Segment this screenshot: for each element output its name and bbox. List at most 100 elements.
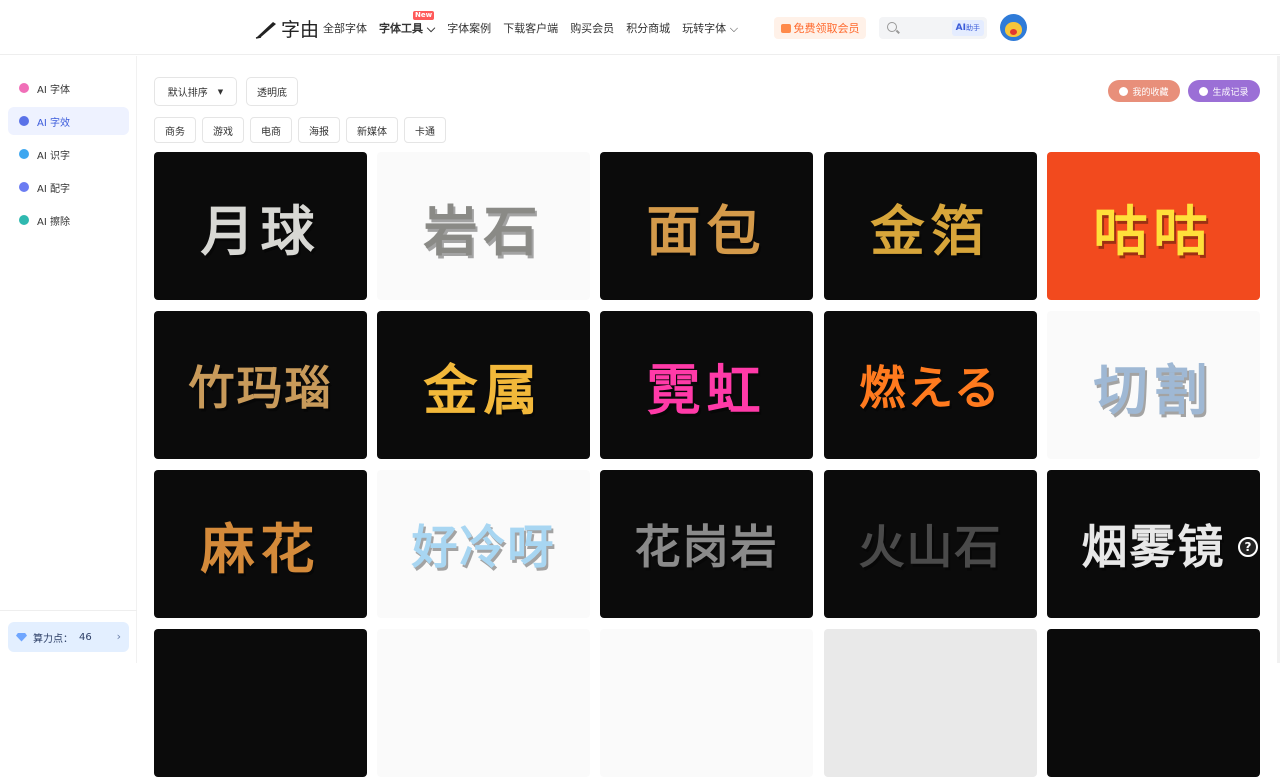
effect-card[interactable] <box>154 629 367 777</box>
points-value: 46 <box>79 631 92 643</box>
nav-all-fonts[interactable]: 全部字体 <box>323 20 367 36</box>
effect-card[interactable]: 霓虹 <box>600 311 813 459</box>
sidebar-item-label: AI 擦除 <box>37 216 70 228</box>
points-label: 算力点： <box>33 633 73 645</box>
tag-label: 游戏 <box>213 126 233 138</box>
ai-label: AI <box>955 23 966 33</box>
nav-play-fonts[interactable]: 玩转字体 ⌵ <box>682 20 738 36</box>
effect-card[interactable]: 烟雾镜 <box>1047 470 1260 618</box>
effect-card[interactable]: 金箔 <box>824 152 1037 300</box>
tag-new-media[interactable]: 新媒体 <box>346 117 398 143</box>
sidebar-item-ai-erase[interactable]: AI 擦除 <box>8 206 129 234</box>
tag-game[interactable]: 游戏 <box>202 117 244 143</box>
nav-label: 全部字体 <box>323 22 367 35</box>
effect-card-title: 花岗岩 <box>634 520 779 574</box>
effect-card[interactable]: 金属 <box>377 311 590 459</box>
nav-download-client[interactable]: 下载客户端 <box>503 20 558 36</box>
search-icon <box>887 22 897 32</box>
brand-logo[interactable]: 字由 <box>255 15 319 42</box>
effect-card-title: 月球 <box>200 199 321 263</box>
top-navbar: 字由 全部字体 字体工具 ⌵ New 字体案例 下载客户端 购买会员 积分商城 玩… <box>0 0 1280 55</box>
sidebar-item-label: AI 识字 <box>37 150 70 162</box>
transparent-label: 透明底 <box>257 88 287 99</box>
sort-dropdown[interactable]: 默认排序 ▼ <box>154 77 237 106</box>
nav-label: 购买会员 <box>570 22 615 35</box>
effect-card-title: 燃える <box>859 361 1002 415</box>
avatar[interactable] <box>1000 14 1027 41</box>
effect-card[interactable]: 切割 <box>1047 311 1260 459</box>
effect-card[interactable] <box>824 629 1037 777</box>
tag-label: 卡通 <box>415 126 435 138</box>
history-button[interactable]: 生成记录 <box>1188 80 1260 102</box>
tag-business[interactable]: 商务 <box>154 117 196 143</box>
sidebar-item-ai-effect[interactable]: AI 字效 <box>8 107 129 135</box>
brand-name: 字由 <box>281 19 320 41</box>
effect-card[interactable] <box>377 629 590 777</box>
effect-card-title: 竹玛瑙 <box>188 361 333 415</box>
gift-icon <box>780 23 791 33</box>
diamond-icon <box>19 83 29 93</box>
tag-cartoon[interactable]: 卡通 <box>404 117 446 143</box>
nav-label: 玩转字体 <box>682 22 727 35</box>
effect-card[interactable]: 咕咕 <box>1047 152 1260 300</box>
favorites-button[interactable]: 我的收藏 <box>1108 80 1180 102</box>
ai-sub-label: 助手 <box>966 24 980 32</box>
effect-card[interactable]: 竹玛瑙 <box>154 311 367 459</box>
tag-ecommerce[interactable]: 电商 <box>250 117 292 143</box>
effect-card[interactable]: 面包 <box>600 152 813 300</box>
help-label: ? <box>1244 540 1252 554</box>
chevron-down-icon: ⌵ <box>729 22 739 35</box>
transparent-bg-button[interactable]: 透明底 <box>246 77 298 106</box>
effect-card[interactable]: 好冷呀 <box>377 470 590 618</box>
chevron-right-icon: › <box>116 630 121 643</box>
effect-card[interactable]: 麻花 <box>154 470 367 618</box>
image-icon <box>19 182 29 192</box>
nav-font-tools[interactable]: 字体工具 ⌵ New <box>379 11 435 36</box>
effect-card-title: 麻花 <box>200 517 321 581</box>
effect-card[interactable]: 花岗岩 <box>600 470 813 618</box>
effect-card[interactable] <box>600 629 813 777</box>
main-nav: 全部字体 字体工具 ⌵ New 字体案例 下载客户端 购买会员 积分商城 玩转字体… <box>323 11 750 36</box>
free-vip-button[interactable]: 免费领取会员 <box>774 17 866 39</box>
tag-label: 商务 <box>165 126 185 138</box>
nav-points-mall[interactable]: 积分商城 <box>626 20 670 36</box>
effect-card[interactable]: 月球 <box>154 152 367 300</box>
nav-font-cases[interactable]: 字体案例 <box>447 20 491 36</box>
effect-card-title: 好冷呀 <box>411 520 556 574</box>
gem-icon <box>16 632 27 642</box>
sidebar-item-label: AI 字效 <box>37 117 70 129</box>
sidebar-item-ai-match[interactable]: AI 配字 <box>8 173 129 201</box>
effect-card-title: 烟雾镜 <box>1081 520 1226 574</box>
star-icon <box>19 116 29 126</box>
sidebar-item-ai-recognize[interactable]: AI 识字 <box>8 140 129 168</box>
ai-assistant-button[interactable]: AI助手 <box>951 20 984 36</box>
nav-label: 字体工具 <box>379 22 423 35</box>
tag-poster[interactable]: 海报 <box>298 117 340 143</box>
effect-card[interactable]: 火山石 <box>824 470 1037 618</box>
nav-buy-membership[interactable]: 购买会员 <box>570 20 614 36</box>
effect-card-title: 金箔 <box>870 199 991 263</box>
nav-label: 字体案例 <box>447 22 492 35</box>
avatar-beak <box>1010 29 1017 35</box>
scan-icon <box>19 149 29 159</box>
compute-points[interactable]: 算力点： 46 › <box>8 622 129 652</box>
effect-card-title: 火山石 <box>858 520 1003 574</box>
divider <box>0 610 137 611</box>
nav-label: 下载客户端 <box>503 22 559 35</box>
help-button[interactable]: ? <box>1238 537 1258 557</box>
search-box[interactable]: AI助手 <box>879 17 987 39</box>
sidebar-item-ai-font[interactable]: AI 字体 <box>8 74 129 102</box>
history-label: 生成记录 <box>1212 87 1249 98</box>
tag-label: 海报 <box>309 126 329 138</box>
effect-card[interactable]: 岩石 <box>377 152 590 300</box>
tag-label: 新媒体 <box>357 126 387 138</box>
effect-card[interactable]: 燃える <box>824 311 1037 459</box>
effect-card-title: 金属 <box>423 358 544 422</box>
sidebar-item-label: AI 字体 <box>37 84 70 96</box>
effect-card-title: 咕咕 <box>1093 199 1214 263</box>
nav-label: 积分商城 <box>626 22 671 35</box>
pen-icon <box>255 21 276 39</box>
effect-card-title: 面包 <box>646 199 767 263</box>
sort-label: 默认排序 <box>167 88 208 99</box>
effect-card[interactable] <box>1047 629 1260 777</box>
